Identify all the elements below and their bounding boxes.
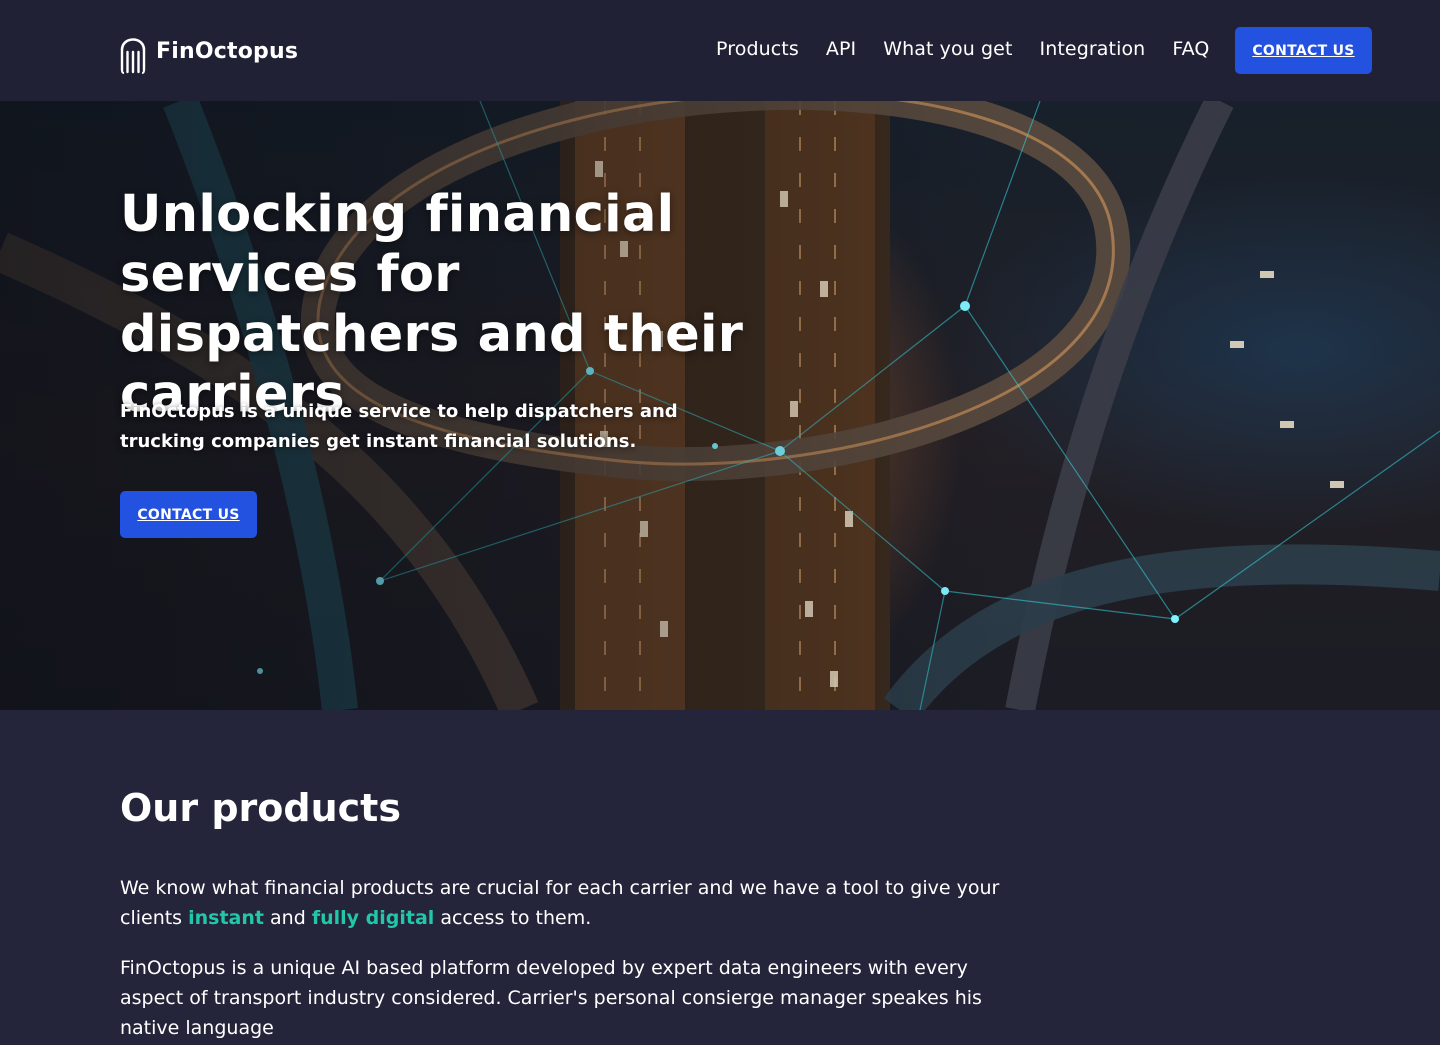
nav-link-what-you-get[interactable]: What you get xyxy=(883,37,1012,61)
main-nav: Products API What you get Integration FA… xyxy=(716,37,1236,61)
header-contact-button[interactable]: CONTACT US xyxy=(1235,27,1372,74)
nav-link-api[interactable]: API xyxy=(826,37,856,61)
products-title: Our products xyxy=(120,786,401,830)
nav-link-faq[interactable]: FAQ xyxy=(1172,37,1209,61)
nav-link-products[interactable]: Products xyxy=(716,37,799,61)
hero-title: Unlocking financial services for dispatc… xyxy=(120,185,744,424)
products-intro-and: and xyxy=(264,907,312,929)
brand-logo[interactable]: FinOctopus xyxy=(118,28,298,74)
hero-contact-button[interactable]: CONTACT US xyxy=(120,491,257,538)
products-description: FinOctopus is a unique AI based platform… xyxy=(120,957,982,1039)
brand-name: FinOctopus xyxy=(156,38,299,64)
hero-section: Unlocking financial services for dispatc… xyxy=(0,101,1440,710)
products-intro-text: We know what financial products are cruc… xyxy=(120,873,1020,933)
products-intro-end: access to them. xyxy=(434,907,592,929)
octopus-icon xyxy=(120,38,146,74)
nav-link-integration[interactable]: Integration xyxy=(1040,37,1146,61)
highlight-fully-digital: fully digital xyxy=(311,907,435,929)
site-header: FinOctopus Products API What you get Int… xyxy=(0,0,1440,101)
highlight-instant: instant xyxy=(188,907,264,929)
hero-subtitle: FinOctopus is a unique service to help d… xyxy=(120,401,678,452)
